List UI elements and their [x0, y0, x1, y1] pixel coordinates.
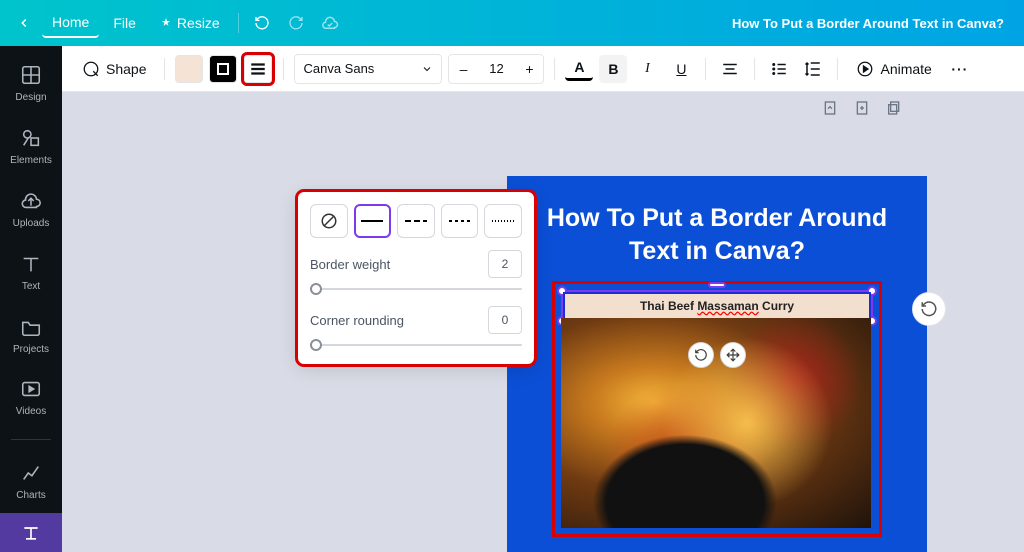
rail-charts-label: Charts: [16, 490, 45, 501]
border-style-button[interactable]: [243, 54, 273, 84]
resize-label: Resize: [177, 15, 220, 31]
rail-uploads[interactable]: Uploads: [0, 178, 62, 241]
resize-menu[interactable]: Resize: [150, 9, 230, 37]
resize-handle-tm[interactable]: [708, 282, 726, 288]
toolbar-separator: [164, 58, 165, 80]
design-page[interactable]: How To Put a Border Around Text in Canva…: [507, 176, 927, 552]
text-part: Curry: [759, 299, 794, 313]
selected-text-element[interactable]: Thai Beef Massaman Curry: [563, 292, 871, 320]
context-toolbar: Shape Canva Sans – 12 + A B I: [62, 46, 1024, 92]
canvas-area[interactable]: Border weight 2 Corner rounding 0 How To…: [62, 92, 1024, 552]
rail-videos-label: Videos: [16, 406, 46, 417]
border-style-popup: Border weight 2 Corner rounding 0: [298, 192, 534, 364]
home-link[interactable]: Home: [42, 8, 99, 38]
align-button[interactable]: [716, 55, 744, 83]
document-title[interactable]: How To Put a Border Around Text in Canva…: [732, 16, 1014, 31]
page-add-button[interactable]: [852, 98, 872, 118]
text-part: Thai Beef: [640, 299, 697, 313]
border-weight-row: Border weight 2: [310, 250, 522, 278]
rail-text-label: Text: [22, 281, 40, 292]
corner-rounding-input[interactable]: 0: [488, 306, 522, 334]
canvas-heading[interactable]: How To Put a Border Around Text in Canva…: [525, 202, 909, 267]
font-size-increase[interactable]: +: [515, 61, 543, 77]
left-rail: Design Elements Uploads Text Projects Vi…: [0, 46, 62, 552]
slider-thumb[interactable]: [310, 339, 322, 351]
page-toolbar: [820, 98, 904, 118]
font-size-stepper[interactable]: – 12 +: [448, 54, 544, 84]
border-weight-slider[interactable]: [310, 282, 522, 296]
corner-rounding-slider[interactable]: [310, 338, 522, 352]
toolbar-separator: [837, 58, 838, 80]
rail-text[interactable]: Text: [0, 241, 62, 304]
back-button[interactable]: [10, 9, 38, 37]
border-dash-long-option[interactable]: [397, 204, 435, 238]
toolbar-separator: [705, 58, 706, 80]
rotate-button[interactable]: [688, 342, 714, 368]
redo-button[interactable]: [281, 8, 311, 38]
rail-separator: [11, 439, 51, 440]
toolbar-separator: [554, 58, 555, 80]
cloud-status-icon[interactable]: [315, 8, 345, 38]
corner-rounding-label: Corner rounding: [310, 313, 404, 328]
more-button[interactable]: ···: [946, 55, 974, 83]
italic-button[interactable]: I: [633, 55, 661, 83]
rail-uploads-label: Uploads: [13, 218, 50, 229]
annotation-frame: Thai Beef Massaman Curry: [552, 281, 882, 537]
rail-elements[interactable]: Elements: [0, 115, 62, 178]
font-select[interactable]: Canva Sans: [294, 54, 442, 84]
rail-design-label: Design: [15, 92, 46, 103]
list-button[interactable]: [765, 55, 793, 83]
regenerate-button[interactable]: [912, 292, 946, 326]
rail-charts[interactable]: Charts: [0, 450, 62, 513]
font-name: Canva Sans: [303, 61, 374, 76]
page-up-button[interactable]: [820, 98, 840, 118]
stage-wrap: Shape Canva Sans – 12 + A B I: [62, 46, 1024, 552]
border-weight-label: Border weight: [310, 257, 390, 272]
rail-videos[interactable]: Videos: [0, 367, 62, 430]
text-squiggly: Massaman: [697, 299, 758, 313]
chevron-down-icon: [421, 63, 433, 75]
shape-button[interactable]: Shape: [74, 54, 154, 84]
separator: [238, 13, 239, 33]
bold-button[interactable]: B: [599, 55, 627, 83]
toolbar-separator: [283, 58, 284, 80]
underline-button[interactable]: U: [667, 55, 695, 83]
move-button[interactable]: [720, 342, 746, 368]
top-bar: Home File Resize How To Put a Border Aro…: [0, 0, 1024, 46]
corner-rounding-row: Corner rounding 0: [310, 306, 522, 334]
border-color-swatch[interactable]: [209, 55, 237, 83]
border-none-option[interactable]: [310, 204, 348, 238]
spacing-button[interactable]: [799, 55, 827, 83]
slider-thumb[interactable]: [310, 283, 322, 295]
toolbar-separator: [754, 58, 755, 80]
shape-label: Shape: [106, 61, 146, 77]
main-row: Design Elements Uploads Text Projects Vi…: [0, 46, 1024, 552]
file-menu[interactable]: File: [103, 9, 146, 37]
border-dotted-option[interactable]: [484, 204, 522, 238]
rail-design[interactable]: Design: [0, 52, 62, 115]
rail-apps[interactable]: [0, 513, 62, 552]
animate-label: Animate: [880, 61, 931, 77]
floating-controls: [688, 342, 746, 368]
animate-button[interactable]: Animate: [848, 54, 939, 84]
border-dash-short-option[interactable]: [441, 204, 479, 238]
rail-elements-label: Elements: [10, 155, 52, 166]
font-size-value[interactable]: 12: [477, 61, 515, 76]
rail-projects[interactable]: Projects: [0, 304, 62, 367]
border-style-row: [310, 204, 522, 238]
fill-color-swatch[interactable]: [175, 55, 203, 83]
rail-projects-label: Projects: [13, 344, 49, 355]
font-size-decrease[interactable]: –: [449, 61, 477, 77]
undo-button[interactable]: [247, 8, 277, 38]
text-color-button[interactable]: A: [565, 57, 593, 81]
border-solid-option[interactable]: [354, 204, 392, 238]
page-duplicate-button[interactable]: [884, 98, 904, 118]
border-weight-input[interactable]: 2: [488, 250, 522, 278]
